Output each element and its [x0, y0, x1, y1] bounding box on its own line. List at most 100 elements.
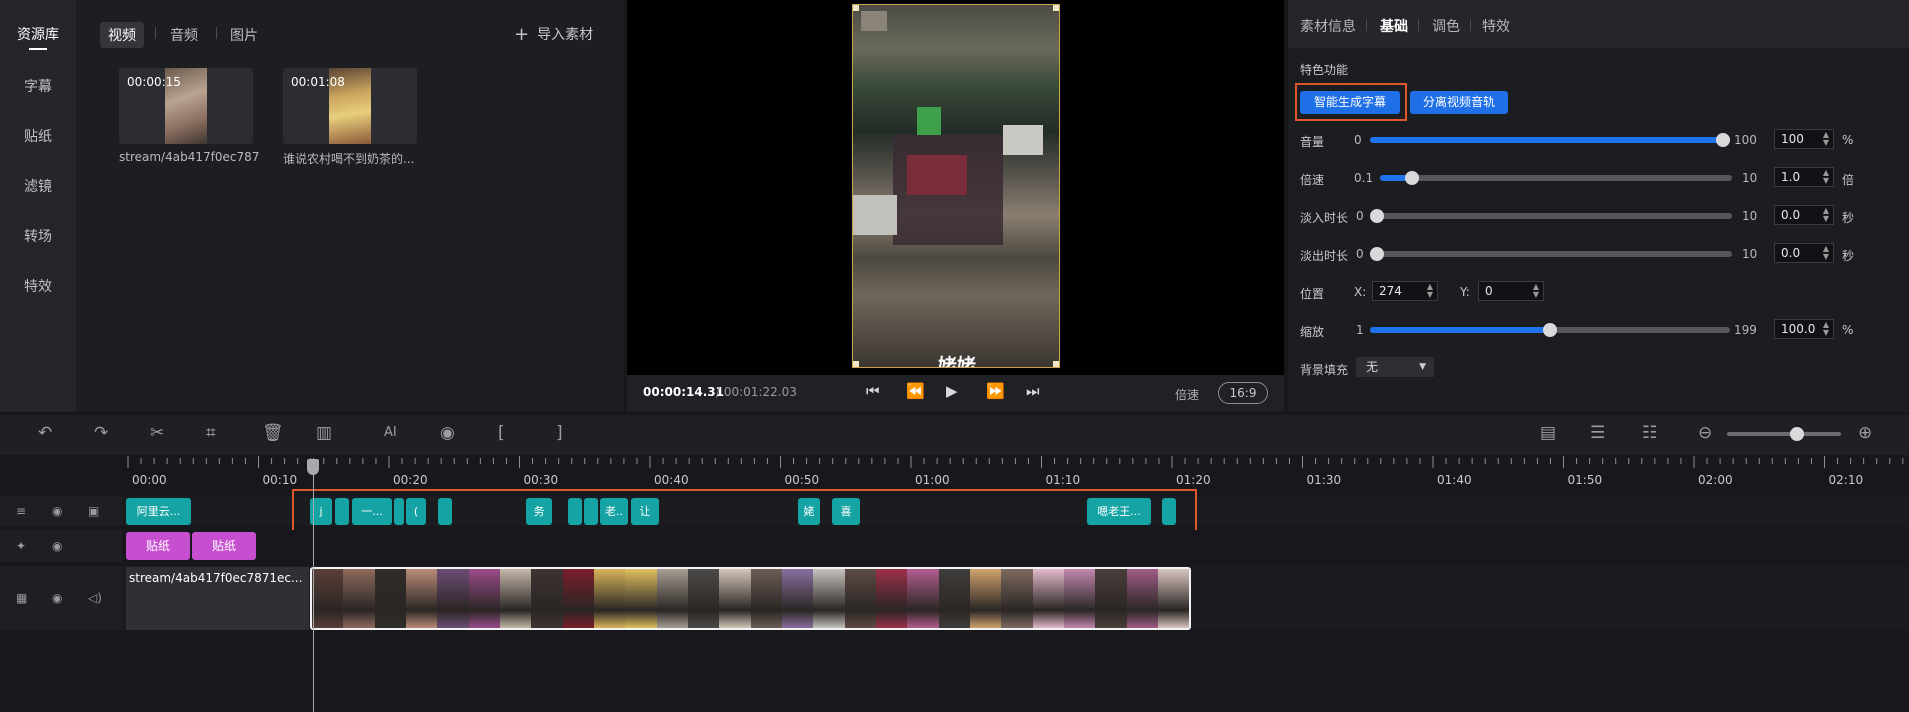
rail-item-subtitle[interactable]: 字幕 [0, 76, 76, 96]
filmstrip-frame [1001, 569, 1033, 628]
scale-slider[interactable] [1370, 323, 1730, 337]
position-y-input[interactable]: 0 ▲ ▼ [1478, 281, 1544, 301]
eye-icon[interactable]: ◉ [52, 591, 62, 605]
aspect-ratio-button[interactable]: 16:9 [1218, 382, 1268, 404]
slider-handle[interactable] [1716, 133, 1730, 147]
playback-speed-button[interactable]: 倍速 [1175, 386, 1199, 403]
frame-handle[interactable] [853, 5, 859, 11]
left-rail: 资源库 字幕 贴纸 滤镜 转场 特效 [0, 0, 76, 412]
rail-item-transition[interactable]: 转场 [0, 226, 76, 246]
fade-out-input[interactable]: 0.0 ▲ ▼ [1774, 243, 1834, 263]
location-pin-icon[interactable]: ◉ [440, 423, 455, 443]
tab-image[interactable]: 图片 [222, 22, 266, 48]
timeline-zoom-slider[interactable] [1727, 432, 1841, 436]
zoom-out-icon[interactable]: ⊖ [1698, 423, 1712, 443]
volume-input[interactable]: 100 ▲ ▼ [1774, 129, 1834, 149]
ruler-tick-label: 01:50 [1567, 473, 1603, 487]
playhead-handle[interactable] [307, 459, 319, 475]
playhead[interactable] [313, 458, 314, 712]
slider-handle[interactable] [1543, 323, 1557, 337]
skip-end-icon[interactable]: ⏭ [1026, 382, 1040, 400]
video-clip-name[interactable]: stream/4ab417f0ec7871ec... [126, 567, 309, 630]
stepper-icon[interactable]: ▲ ▼ [1823, 131, 1829, 147]
tab-effects[interactable]: 特效 [1482, 16, 1510, 36]
undo-icon[interactable]: ↶ [38, 423, 52, 443]
layout-icon[interactable]: ▤ [1540, 423, 1556, 443]
tab-asset-info[interactable]: 素材信息 [1300, 16, 1356, 36]
delete-icon[interactable]: 🗑 [262, 423, 284, 443]
cut-icon[interactable]: ✂ [150, 423, 164, 443]
speed-slider[interactable] [1380, 171, 1732, 185]
rail-active-indicator [29, 48, 47, 50]
split-audio-button[interactable]: 分离视频音轨 [1410, 91, 1508, 114]
video-track-header: ▦ ◉ ◁) [0, 566, 122, 630]
frame-handle[interactable] [1053, 5, 1059, 11]
asset-card[interactable]: 00:00:15 [119, 68, 253, 144]
sticker-clip[interactable]: 贴纸 [192, 532, 256, 560]
eye-icon[interactable]: ◉ [52, 539, 62, 553]
stepper-icon[interactable]: ▲ ▼ [1823, 321, 1829, 337]
position-y-value: 0 [1485, 284, 1493, 298]
mark-out-icon[interactable]: ] [556, 423, 563, 443]
filmstrip-frame [969, 569, 1002, 628]
rail-item-effect[interactable]: 特效 [0, 276, 76, 296]
rail-item-library[interactable]: 资源库 [0, 24, 76, 44]
tab-basic[interactable]: 基础 [1380, 16, 1408, 36]
tab-color[interactable]: 调色 [1432, 16, 1460, 36]
speed-max: 10 [1742, 171, 1758, 185]
fast-forward-icon[interactable]: ⏩ [986, 382, 1005, 400]
stepper-icon[interactable]: ▲ ▼ [1823, 207, 1829, 223]
filmstrip-frame [813, 569, 845, 628]
volume-slider[interactable] [1370, 133, 1730, 147]
auto-subtitle-button[interactable]: 智能生成字幕 [1300, 91, 1400, 114]
rail-item-filter[interactable]: 滤镜 [0, 176, 76, 196]
scale-input[interactable]: 100.0 ▲ ▼ [1774, 319, 1834, 339]
rewind-icon[interactable]: ⏪ [906, 382, 925, 400]
stepper-icon[interactable]: ▲ ▼ [1823, 245, 1829, 261]
sticker-clip[interactable]: 贴纸 [126, 532, 190, 560]
zoom-in-icon[interactable]: ⊕ [1858, 423, 1872, 443]
mark-in-icon[interactable]: [ [498, 423, 505, 443]
edit-subtitle-icon[interactable]: ▣ [88, 504, 99, 518]
speed-input[interactable]: 1.0 ▲ ▼ [1774, 167, 1834, 187]
eye-icon[interactable]: ◉ [52, 504, 62, 518]
stepper-icon[interactable]: ▲ ▼ [1533, 283, 1539, 299]
slider-handle[interactable] [1370, 247, 1384, 261]
position-x-input[interactable]: 274 ▲ ▼ [1372, 281, 1438, 301]
bg-fill-select[interactable]: 无 ▼ [1356, 357, 1434, 377]
zoom-slider-handle[interactable] [1790, 427, 1804, 441]
redo-icon[interactable]: ↷ [94, 423, 108, 443]
ruler-tick-label: 00:00 [132, 473, 167, 487]
crop-icon[interactable]: ⌗ [206, 423, 216, 443]
filmstrip-frame [1157, 569, 1189, 628]
subtitle-track-header: ≡ ◉ ▣ [0, 496, 122, 526]
fade-in-slider[interactable] [1370, 209, 1732, 223]
merge-icon[interactable]: ☷ [1642, 423, 1657, 443]
stepper-icon[interactable]: ▲ ▼ [1823, 169, 1829, 185]
video-clip-filmstrip[interactable] [310, 567, 1191, 630]
asset-card[interactable]: 00:01:08 [283, 68, 417, 144]
fade-out-slider[interactable] [1370, 247, 1732, 261]
audio-waveform-icon[interactable]: ▥ [316, 423, 332, 443]
ruler-tick-label: 00:10 [262, 473, 298, 487]
subtitle-clip[interactable]: 阿里云... [126, 498, 191, 525]
skip-start-icon[interactable]: ⏮ [866, 382, 880, 400]
speaker-icon[interactable]: ◁) [88, 591, 102, 605]
tab-audio[interactable]: 音频 [162, 22, 206, 48]
tab-video[interactable]: 视频 [100, 22, 144, 48]
filmstrip-frame [1032, 569, 1064, 628]
slider-handle[interactable] [1405, 171, 1419, 185]
play-icon[interactable]: ▶ [946, 382, 958, 400]
filmstrip-frame [938, 569, 970, 628]
slider-handle[interactable] [1370, 209, 1384, 223]
ai-icon[interactable]: AI [384, 425, 397, 440]
scale-unit: % [1842, 323, 1854, 337]
fade-out-value: 0.0 [1781, 246, 1801, 260]
import-button[interactable]: + 导入素材 [514, 23, 593, 45]
align-icon[interactable]: ☰ [1590, 423, 1605, 443]
asset-name: 谁说农村喝不到奶茶的... [283, 152, 415, 166]
video-frame[interactable]: 姥姥 [852, 4, 1060, 368]
stepper-icon[interactable]: ▲ ▼ [1427, 283, 1433, 299]
rail-item-sticker[interactable]: 贴纸 [0, 126, 76, 146]
fade-in-input[interactable]: 0.0 ▲ ▼ [1774, 205, 1834, 225]
